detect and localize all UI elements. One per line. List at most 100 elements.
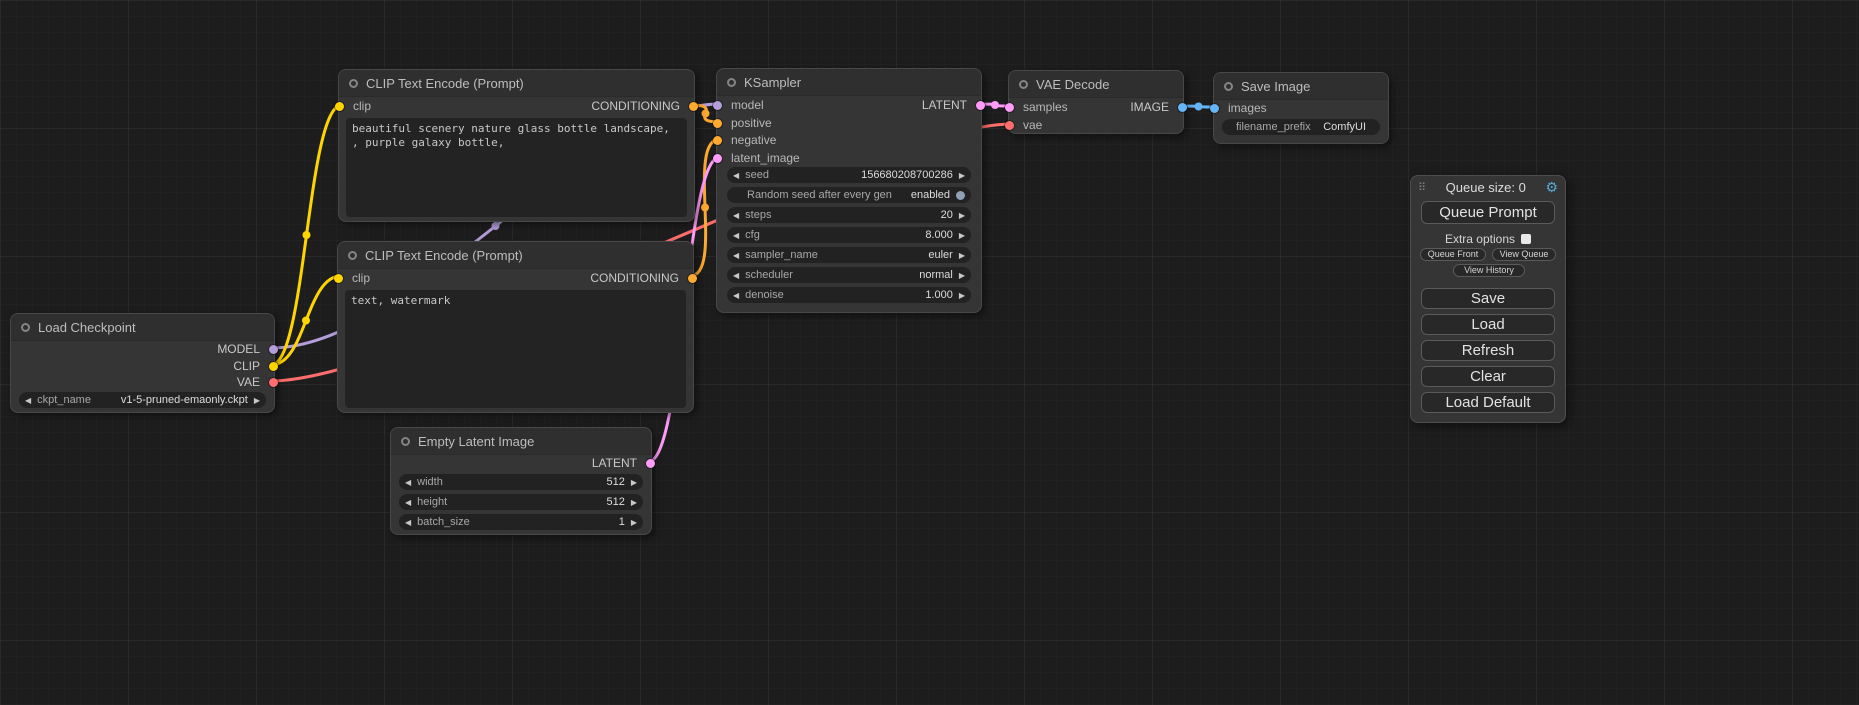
node-title-bar[interactable]: Save Image — [1214, 73, 1388, 100]
decrement-arrow-icon[interactable]: ◀ — [733, 251, 739, 260]
increment-arrow-icon[interactable]: ▶ — [959, 291, 965, 300]
toggle-knob-icon[interactable] — [956, 191, 965, 200]
node-title-bar[interactable]: VAE Decode — [1009, 71, 1183, 98]
slot-row: vae — [1009, 117, 1183, 133]
node-vae-decode[interactable]: VAE Decode samples IMAGE vae — [1008, 70, 1184, 134]
widget-sampler-name[interactable]: ◀ sampler_name euler ▶ — [727, 247, 971, 263]
node-save-image[interactable]: Save Image images filename_prefix ComfyU… — [1213, 72, 1389, 144]
node-load-checkpoint[interactable]: Load Checkpoint MODEL CLIP VAE ◀ ckpt_na… — [10, 313, 275, 413]
decrement-arrow-icon[interactable]: ◀ — [405, 478, 411, 487]
node-title-bar[interactable]: KSampler — [717, 69, 981, 96]
collapse-dot-icon[interactable] — [348, 251, 357, 260]
node-title-bar[interactable]: CLIP Text Encode (Prompt) — [339, 70, 694, 97]
output-slot-model[interactable] — [269, 345, 278, 354]
node-title-bar[interactable]: Empty Latent Image — [391, 428, 651, 455]
input-slot-clip[interactable] — [335, 102, 344, 111]
decrement-arrow-icon[interactable]: ◀ — [25, 396, 31, 405]
output-label-vae: VAE — [237, 374, 260, 390]
output-slot-latent[interactable] — [646, 459, 655, 468]
decrement-arrow-icon[interactable]: ◀ — [733, 291, 739, 300]
refresh-button[interactable]: Refresh — [1421, 340, 1555, 361]
input-slot-vae[interactable] — [1005, 121, 1014, 130]
output-row-clip: CLIP — [11, 358, 274, 374]
settings-gear-icon[interactable]: ⚙ — [1545, 179, 1558, 196]
input-label-vae: vae — [1023, 117, 1042, 133]
node-clip-text-encode-negative[interactable]: CLIP Text Encode (Prompt) clip CONDITION… — [337, 241, 694, 413]
increment-arrow-icon[interactable]: ▶ — [631, 498, 637, 507]
node-title: VAE Decode — [1036, 77, 1109, 92]
output-label-model: MODEL — [217, 341, 260, 357]
view-history-button[interactable]: View History — [1453, 264, 1525, 277]
queue-prompt-button[interactable]: Queue Prompt — [1421, 201, 1555, 224]
widget-height[interactable]: ◀ height 512 ▶ — [399, 494, 643, 510]
input-slot-latent-image[interactable] — [713, 154, 722, 163]
output-slot-latent[interactable] — [976, 101, 985, 110]
increment-arrow-icon[interactable]: ▶ — [631, 518, 637, 527]
wire-midpoint-dot — [303, 231, 311, 239]
output-slot-image[interactable] — [1178, 103, 1187, 112]
node-title: KSampler — [744, 75, 801, 90]
drag-handle-icon[interactable]: ⠿ — [1418, 181, 1426, 194]
increment-arrow-icon[interactable]: ▶ — [631, 478, 637, 487]
widget-steps[interactable]: ◀ steps 20 ▶ — [727, 207, 971, 223]
extra-options-row: Extra options — [1411, 233, 1565, 246]
load-default-button[interactable]: Load Default — [1421, 392, 1555, 413]
clear-button[interactable]: Clear — [1421, 366, 1555, 387]
decrement-arrow-icon[interactable]: ◀ — [733, 271, 739, 280]
decrement-arrow-icon[interactable]: ◀ — [733, 211, 739, 220]
node-graph-canvas[interactable]: Load Checkpoint MODEL CLIP VAE ◀ ckpt_na… — [0, 0, 1859, 705]
collapse-dot-icon[interactable] — [349, 79, 358, 88]
widget-batch-size[interactable]: ◀ batch_size 1 ▶ — [399, 514, 643, 530]
widget-cfg[interactable]: ◀ cfg 8.000 ▶ — [727, 227, 971, 243]
wire-midpoint-dot — [1195, 103, 1203, 111]
collapse-dot-icon[interactable] — [727, 78, 736, 87]
widget-seed[interactable]: ◀ seed 156680208700286 ▶ — [727, 167, 971, 183]
decrement-arrow-icon[interactable]: ◀ — [405, 518, 411, 527]
increment-arrow-icon[interactable]: ▶ — [959, 211, 965, 220]
increment-arrow-icon[interactable]: ▶ — [959, 251, 965, 260]
widget-value: enabled — [911, 189, 950, 201]
widget-denoise[interactable]: ◀ denoise 1.000 ▶ — [727, 287, 971, 303]
input-slot-clip[interactable] — [334, 274, 343, 283]
widget-ckpt-name[interactable]: ◀ ckpt_name v1-5-pruned-emaonly.ckpt ▶ — [19, 392, 266, 408]
prompt-text-input[interactable]: text, watermark — [345, 290, 686, 408]
node-title-bar[interactable]: CLIP Text Encode (Prompt) — [338, 242, 693, 269]
increment-arrow-icon[interactable]: ▶ — [959, 271, 965, 280]
decrement-arrow-icon[interactable]: ◀ — [405, 498, 411, 507]
widget-width[interactable]: ◀ width 512 ▶ — [399, 474, 643, 490]
node-title-bar[interactable]: Load Checkpoint — [11, 314, 274, 341]
decrement-arrow-icon[interactable]: ◀ — [733, 171, 739, 180]
output-slot-clip[interactable] — [269, 362, 278, 371]
output-slot-vae[interactable] — [269, 378, 278, 387]
increment-arrow-icon[interactable]: ▶ — [959, 171, 965, 180]
queue-front-button[interactable]: Queue Front — [1420, 248, 1486, 261]
view-queue-button[interactable]: View Queue — [1492, 248, 1556, 261]
input-slot-positive[interactable] — [713, 119, 722, 128]
load-button[interactable]: Load — [1421, 314, 1555, 335]
extra-options-checkbox[interactable] — [1521, 234, 1531, 244]
node-clip-text-encode-positive[interactable]: CLIP Text Encode (Prompt) clip CONDITION… — [338, 69, 695, 222]
save-button[interactable]: Save — [1421, 288, 1555, 309]
widget-random-seed-toggle[interactable]: Random seed after every gen enabled — [727, 187, 971, 203]
widget-value: 512 — [606, 476, 624, 488]
collapse-dot-icon[interactable] — [1224, 82, 1233, 91]
collapse-dot-icon[interactable] — [1019, 80, 1028, 89]
input-label-samples: samples — [1023, 99, 1068, 115]
decrement-arrow-icon[interactable]: ◀ — [733, 231, 739, 240]
output-slot-conditioning[interactable] — [688, 274, 697, 283]
widget-label: scheduler — [745, 269, 793, 281]
widget-filename-prefix[interactable]: filename_prefix ComfyUI — [1222, 119, 1380, 135]
output-slot-conditioning[interactable] — [689, 102, 698, 111]
input-slot-images[interactable] — [1210, 104, 1219, 113]
node-ksampler[interactable]: KSampler model LATENT positive negative … — [716, 68, 982, 313]
collapse-dot-icon[interactable] — [21, 323, 30, 332]
increment-arrow-icon[interactable]: ▶ — [959, 231, 965, 240]
input-slot-negative[interactable] — [713, 136, 722, 145]
input-slot-model[interactable] — [713, 101, 722, 110]
collapse-dot-icon[interactable] — [401, 437, 410, 446]
prompt-text-input[interactable]: beautiful scenery nature glass bottle la… — [346, 118, 687, 217]
increment-arrow-icon[interactable]: ▶ — [254, 396, 260, 405]
node-empty-latent-image[interactable]: Empty Latent Image LATENT ◀ width 512 ▶ … — [390, 427, 652, 535]
input-slot-samples[interactable] — [1005, 103, 1014, 112]
widget-scheduler[interactable]: ◀ scheduler normal ▶ — [727, 267, 971, 283]
